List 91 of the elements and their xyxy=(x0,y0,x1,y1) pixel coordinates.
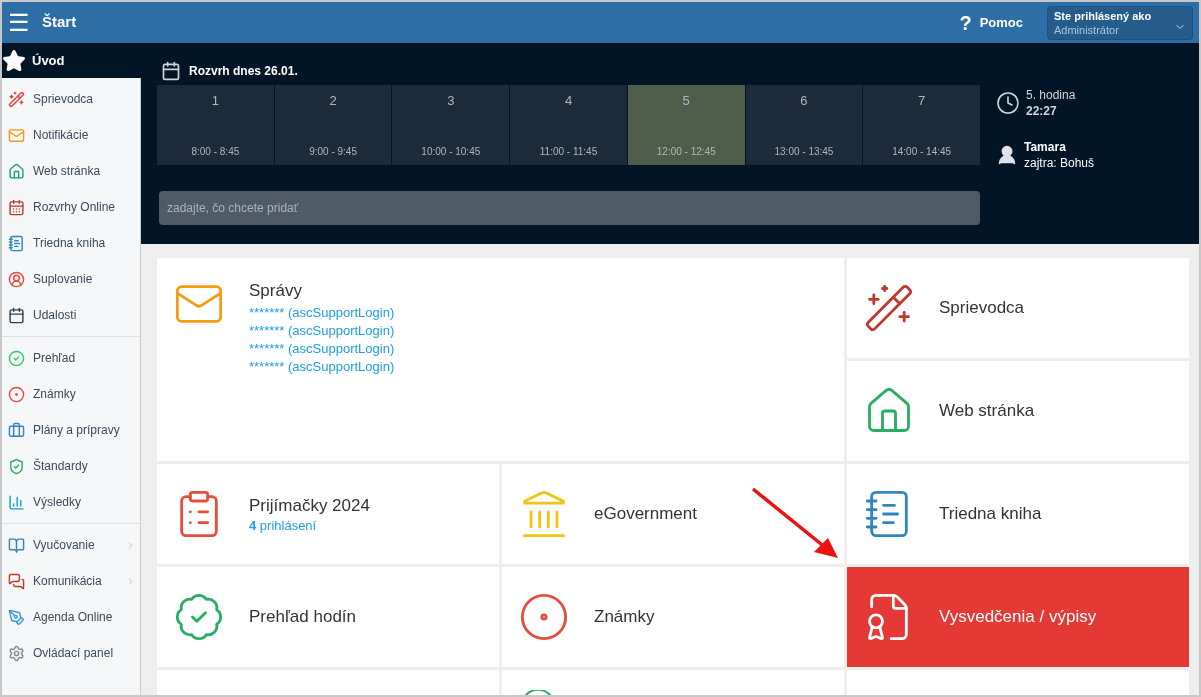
envelope-icon xyxy=(8,126,25,144)
help-icon[interactable]: ? xyxy=(959,7,972,38)
period-number: 6 xyxy=(800,92,808,110)
period-time: 8:00 - 8:45 xyxy=(191,145,240,159)
person-icon xyxy=(996,144,1018,166)
grade-icon xyxy=(8,385,25,403)
clock-icon xyxy=(996,91,1020,115)
user-label: Ste prihlásený ako xyxy=(1054,8,1153,23)
tile[interactable]: Web stránka xyxy=(847,361,1189,461)
period-time: 12:00 - 12:45 xyxy=(656,145,716,159)
sidebar-item[interactable]: Ovládací panel xyxy=(2,635,140,671)
tile-title: Známky xyxy=(594,606,655,629)
period-time: 14:00 - 14:45 xyxy=(892,145,952,159)
tile-title: Správy xyxy=(249,280,303,302)
sidebar-item[interactable]: Web stránka xyxy=(2,153,140,189)
wand-icon xyxy=(8,90,25,108)
check-icon xyxy=(8,349,25,367)
bar-chart-icon xyxy=(8,493,25,511)
period-time: 11:00 - 11:45 xyxy=(539,145,598,159)
sidebar-item[interactable]: Plány a prípravy xyxy=(2,412,140,448)
shield-icon xyxy=(8,457,25,475)
help-link[interactable]: Pomoc xyxy=(979,12,1023,33)
person-icon xyxy=(8,270,25,288)
tile[interactable]: Triedna kniha xyxy=(847,464,1189,564)
sidebar-item[interactable]: Výsledky xyxy=(2,484,140,520)
sidebar-item[interactable]: Štandardy xyxy=(2,448,140,484)
period-cell[interactable]: 6 13:00 - 13:45 xyxy=(745,85,863,165)
briefcase-icon xyxy=(8,421,25,439)
current-lesson: 5. hodina xyxy=(1026,87,1076,103)
duty-name: Tamara xyxy=(1024,139,1067,155)
tile[interactable]: Prehľad hodín xyxy=(157,567,499,667)
wand-icon xyxy=(863,282,915,334)
period-cell[interactable]: 3 10:00 - 10:45 xyxy=(392,85,510,165)
period-cell[interactable]: 4 11:00 - 11:45 xyxy=(510,85,627,165)
sidebar-item[interactable]: Rozvrhy Online xyxy=(2,189,140,225)
user-dropdown[interactable]: Ste prihlásený ako Administrátor xyxy=(1047,5,1193,40)
sidebar-item[interactable]: Komunikácia xyxy=(2,563,140,599)
page-title: Štart xyxy=(42,12,77,33)
sidebar-item[interactable]: Udalosti xyxy=(2,297,140,333)
menu-button[interactable]: ☰ xyxy=(8,10,30,35)
star-icon xyxy=(2,48,26,73)
calendar-icon xyxy=(8,198,25,216)
sidebar-item[interactable]: Sprievodca xyxy=(2,81,140,117)
period-time: 10:00 - 10:45 xyxy=(421,145,481,159)
tile-title: eGovernment xyxy=(594,503,697,526)
tile-title: Web stránka xyxy=(939,400,1035,423)
period-time: 13:00 - 13:45 xyxy=(774,145,834,159)
house-icon xyxy=(8,162,25,180)
period-number: 4 xyxy=(564,92,573,110)
tile-title: Sprievodca xyxy=(939,297,1025,320)
notebook-icon xyxy=(8,234,25,252)
chat-icon xyxy=(8,572,25,590)
schedule-title: Rozvrh dnes 26.01. xyxy=(189,63,298,80)
sidebar-item[interactable]: Vyučovanie xyxy=(2,527,140,563)
home-item[interactable]: Úvod xyxy=(2,43,141,78)
period-cell[interactable]: 5 12:00 - 12:45 xyxy=(627,85,745,165)
period-time: 9:00 - 9:45 xyxy=(309,145,357,159)
duty-next: zajtra: Bohuš xyxy=(1024,155,1095,171)
grade-icon xyxy=(518,591,570,643)
tile-title: Triedna kniha xyxy=(939,503,1042,526)
sidebar-item[interactable]: Triedna kniha xyxy=(2,225,140,261)
settings-icon xyxy=(8,644,25,662)
tile-title: Prijímačky 2024 xyxy=(249,494,370,517)
sidebar-item[interactable]: Agenda Online xyxy=(2,599,140,635)
tile[interactable]: Prijímačky 2024 4 prihlásení xyxy=(157,464,499,564)
pen-icon xyxy=(8,608,25,626)
period-number: 2 xyxy=(329,92,337,110)
user-role: Administrátor xyxy=(1054,22,1120,37)
tile-title: Vysvedčenia / výpisy xyxy=(939,606,1097,629)
calendar-icon xyxy=(8,306,25,324)
tile[interactable]: Sprievodca xyxy=(847,258,1189,358)
tile-title: Prehľad hodín xyxy=(249,606,357,629)
book-icon xyxy=(8,536,25,554)
tile-subtitle: 4 prihlásení xyxy=(249,517,318,535)
tile[interactable]: Vysvedčenia / výpisy xyxy=(847,567,1189,667)
sidebar-item[interactable]: Notifikácie xyxy=(2,117,140,153)
calendar-icon xyxy=(161,61,181,81)
period-cell[interactable]: 2 9:00 - 9:45 xyxy=(274,85,392,165)
period-number: 3 xyxy=(447,92,455,110)
sidebar-item[interactable]: Suplovanie xyxy=(2,261,140,297)
sidebar-item[interactable]: Prehľad xyxy=(2,340,140,376)
current-time: 22:27 xyxy=(1026,103,1058,119)
period-cell[interactable]: 1 8:00 - 8:45 xyxy=(157,85,274,165)
period-number: 1 xyxy=(211,92,219,110)
tile[interactable]: Známky xyxy=(502,567,844,667)
period-number: 7 xyxy=(918,92,926,110)
period-number: 5 xyxy=(682,92,690,110)
add-field[interactable]: zadajte, čo chcete pridať xyxy=(159,191,980,225)
period-cell[interactable]: 7 14:00 - 14:45 xyxy=(863,85,981,165)
tile[interactable]: eGovernment xyxy=(502,464,844,564)
sidebar-item[interactable]: Známky xyxy=(2,376,140,412)
